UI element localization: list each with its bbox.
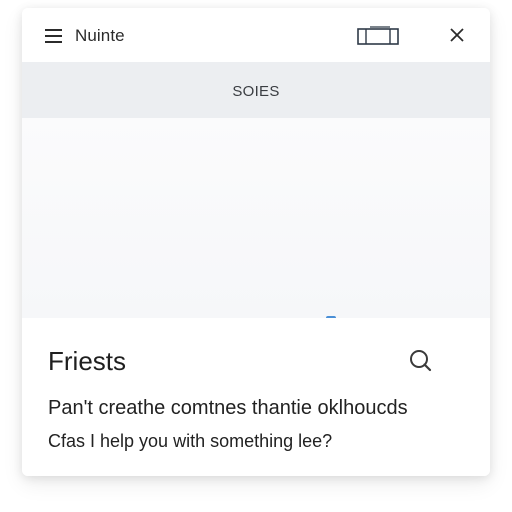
app-title: Nuinte: [75, 26, 125, 45]
close-button[interactable]: [447, 25, 467, 45]
panel-title: Friests: [48, 346, 126, 376]
menu-button[interactable]: [44, 27, 64, 45]
section-header-label: SOIES: [232, 83, 280, 100]
window-restore-icon: [357, 26, 399, 45]
panel-prompt-line: Cfas I help you with something lee?: [48, 431, 333, 451]
window-restore-button[interactable]: [356, 25, 402, 47]
panel-message-line: Pan't creathe comtnes thantie oklhoucds: [48, 397, 408, 419]
section-header: SOIES: [22, 62, 490, 118]
search-icon: [410, 350, 432, 372]
hamburger-menu-icon: [45, 29, 62, 43]
close-icon: [450, 28, 464, 42]
assistant-panel: Friests Pan't creathe comtnes thantie ok…: [22, 318, 490, 476]
app-window: Nuinte SOIES Friests Pan't creathe comtn…: [22, 8, 490, 476]
content-area: [22, 118, 490, 320]
search-button[interactable]: [408, 348, 434, 374]
title-bar: Nuinte: [22, 8, 490, 62]
